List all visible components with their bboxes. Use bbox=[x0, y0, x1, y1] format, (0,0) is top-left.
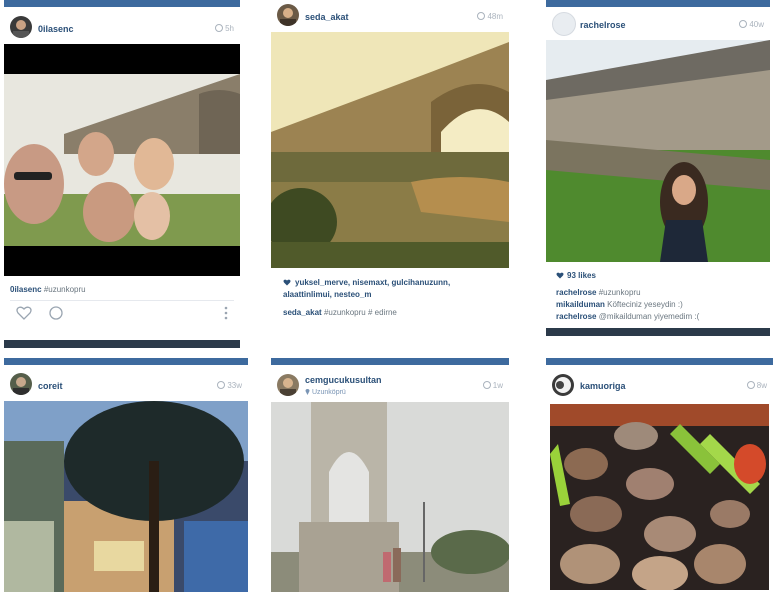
post-location[interactable]: Uzunköprü bbox=[305, 388, 346, 396]
comment-text: #uzunkopru bbox=[598, 288, 641, 297]
post-time: 8w bbox=[746, 381, 767, 390]
post-photo[interactable] bbox=[4, 401, 248, 592]
post-time: 5h bbox=[215, 24, 234, 33]
post-time: 1w bbox=[482, 381, 503, 390]
card-top-bar bbox=[4, 358, 248, 365]
avatar[interactable] bbox=[10, 16, 32, 38]
clock-icon bbox=[477, 12, 486, 20]
heart-icon[interactable] bbox=[16, 306, 32, 320]
likers-line-2: alaattinlimui, nesteo_m bbox=[283, 290, 372, 299]
next-post-strip bbox=[546, 328, 770, 336]
post-username[interactable]: coreit bbox=[38, 381, 63, 391]
heart-icon bbox=[556, 272, 564, 279]
post-caption: seda_akat #uzunkopru # edirne bbox=[283, 307, 397, 319]
post-photo[interactable] bbox=[271, 402, 509, 592]
post-username[interactable]: rachelrose bbox=[580, 20, 626, 30]
card-top-bar bbox=[271, 358, 509, 365]
card-top-bar bbox=[546, 0, 770, 7]
post-photo[interactable] bbox=[271, 32, 509, 268]
post-time: 33w bbox=[217, 381, 242, 390]
post-caption: 0ilasenc #uzunkopru bbox=[10, 284, 86, 296]
clock-icon bbox=[217, 381, 226, 389]
post-time-label: 1w bbox=[492, 381, 503, 390]
post-card: 0ilasenc 5h 0ilasenc #uzunkopru bbox=[4, 0, 240, 348]
location-pin-icon bbox=[305, 389, 310, 395]
post-card: cemgucukusultan Uzunköprü 1w bbox=[271, 358, 509, 592]
post-time-label: 33w bbox=[227, 381, 242, 390]
comment: mikailduman Köfteciniz yeseydin :) bbox=[556, 299, 683, 311]
post-username[interactable]: 0ilasenc bbox=[38, 24, 74, 34]
avatar[interactable] bbox=[10, 373, 32, 395]
caption-text: #uzunkopru bbox=[43, 285, 86, 294]
post-username[interactable]: cemgucukusultan bbox=[305, 375, 382, 385]
post-card: kamuoriga 8w bbox=[546, 358, 773, 592]
post-photo[interactable] bbox=[550, 404, 769, 590]
post-card: rachelrose 40w 93 likes rachelrose #uzun… bbox=[546, 0, 770, 336]
card-top-bar bbox=[546, 358, 773, 365]
avatar[interactable] bbox=[552, 12, 576, 36]
comment-username[interactable]: rachelrose bbox=[556, 288, 596, 297]
comment: rachelrose #uzunkopru bbox=[556, 287, 641, 299]
comment-username[interactable]: mikailduman bbox=[556, 300, 605, 309]
clock-icon bbox=[482, 381, 491, 389]
more-icon[interactable] bbox=[224, 306, 228, 320]
comment-text: Köfteciniz yeseydin :) bbox=[607, 300, 683, 309]
divider bbox=[10, 300, 234, 301]
heart-icon bbox=[283, 279, 291, 286]
next-post-strip bbox=[4, 340, 240, 348]
post-username[interactable]: seda_akat bbox=[305, 12, 349, 22]
post-photo[interactable] bbox=[546, 40, 770, 262]
post-time-label: 8w bbox=[756, 381, 767, 390]
caption-text: #uzunkopru # edirne bbox=[323, 308, 397, 317]
post-time: 48m bbox=[477, 12, 503, 21]
location-label: Uzunköprü bbox=[311, 389, 346, 396]
avatar[interactable] bbox=[552, 374, 574, 396]
clock-icon bbox=[215, 24, 224, 32]
post-username[interactable]: kamuoriga bbox=[580, 381, 626, 391]
post-time-label: 48m bbox=[487, 12, 503, 21]
caption-username[interactable]: 0ilasenc bbox=[10, 285, 42, 294]
clock-icon bbox=[739, 20, 748, 28]
post-time-label: 5h bbox=[225, 24, 234, 33]
avatar[interactable] bbox=[277, 4, 299, 26]
post-card: seda_akat 48m yuksel_merve, nisemaxt, gu… bbox=[271, 0, 509, 330]
avatar[interactable] bbox=[277, 374, 299, 396]
caption-username[interactable]: seda_akat bbox=[283, 308, 322, 317]
post-card: coreit 33w bbox=[4, 358, 248, 592]
likers-line: yuksel_merve, nisemaxt, gulcihanuzunn, bbox=[295, 278, 451, 287]
comment: rachelrose @mikailduman yiyemedim :( bbox=[556, 311, 699, 323]
likes-count[interactable]: 93 likes bbox=[567, 271, 596, 280]
post-photo[interactable] bbox=[4, 44, 240, 276]
comment-icon[interactable] bbox=[48, 306, 64, 320]
comment-text: @mikailduman yiyemedim :( bbox=[598, 312, 700, 321]
card-top-bar bbox=[4, 0, 240, 7]
clock-icon bbox=[746, 381, 755, 389]
post-time-label: 40w bbox=[749, 20, 764, 29]
comment-username[interactable]: rachelrose bbox=[556, 312, 596, 321]
post-time: 40w bbox=[739, 20, 764, 29]
